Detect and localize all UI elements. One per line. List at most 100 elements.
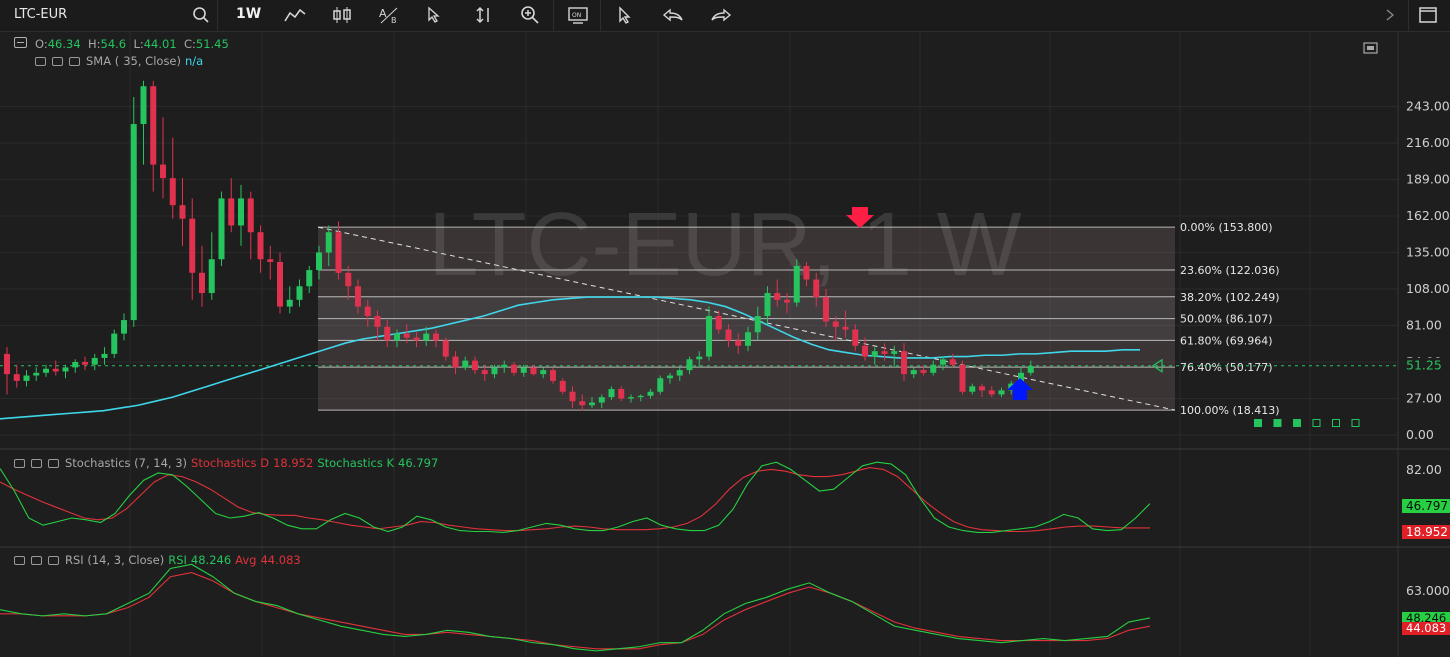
candle[interactable] bbox=[579, 401, 586, 406]
candle[interactable] bbox=[1027, 366, 1034, 373]
candle[interactable] bbox=[62, 367, 69, 372]
candle[interactable] bbox=[813, 279, 820, 298]
candle[interactable] bbox=[881, 351, 888, 354]
candle[interactable] bbox=[101, 353, 108, 358]
link-icon[interactable] bbox=[52, 56, 63, 66]
settings-icon[interactable] bbox=[48, 555, 59, 565]
candle[interactable] bbox=[686, 359, 693, 371]
candle[interactable] bbox=[667, 375, 673, 379]
candle[interactable] bbox=[52, 368, 59, 372]
candle[interactable] bbox=[33, 372, 40, 376]
candle[interactable] bbox=[462, 360, 469, 368]
chevron-icon[interactable] bbox=[1380, 4, 1400, 26]
candle[interactable] bbox=[481, 370, 488, 375]
undo-icon[interactable] bbox=[660, 4, 686, 26]
candle-type-icon[interactable] bbox=[329, 4, 355, 26]
candle[interactable] bbox=[423, 333, 430, 341]
candle[interactable] bbox=[286, 299, 293, 307]
settings-icon[interactable] bbox=[69, 56, 80, 66]
candle[interactable] bbox=[569, 391, 576, 402]
candle[interactable] bbox=[842, 326, 849, 330]
candle[interactable] bbox=[150, 86, 157, 165]
candle[interactable] bbox=[608, 389, 615, 398]
redo-icon[interactable] bbox=[708, 4, 734, 26]
scroll-dot-active[interactable] bbox=[1293, 419, 1301, 427]
candle[interactable] bbox=[959, 364, 966, 392]
visibility-icon[interactable] bbox=[14, 555, 25, 565]
candle[interactable] bbox=[530, 367, 537, 375]
visibility-icon[interactable] bbox=[14, 458, 25, 468]
candle[interactable] bbox=[559, 380, 566, 392]
candle[interactable] bbox=[247, 198, 254, 233]
candle[interactable] bbox=[589, 402, 595, 406]
candle[interactable] bbox=[501, 364, 508, 368]
layout-icon[interactable] bbox=[1415, 4, 1441, 26]
candle[interactable] bbox=[413, 337, 420, 341]
candle[interactable] bbox=[784, 299, 790, 303]
candle[interactable] bbox=[208, 259, 215, 294]
candle[interactable] bbox=[647, 391, 654, 396]
candle[interactable] bbox=[969, 386, 976, 392]
candle[interactable] bbox=[491, 367, 498, 375]
candle[interactable] bbox=[72, 361, 79, 368]
collapse-icon[interactable] bbox=[14, 37, 27, 48]
candle[interactable] bbox=[4, 353, 10, 375]
candle[interactable] bbox=[657, 378, 664, 392]
candle[interactable] bbox=[43, 368, 49, 373]
candle[interactable] bbox=[218, 198, 225, 260]
candle[interactable] bbox=[130, 124, 137, 321]
candle[interactable] bbox=[930, 364, 937, 373]
candle[interactable] bbox=[442, 340, 449, 357]
candle[interactable] bbox=[920, 370, 927, 373]
candle[interactable] bbox=[793, 266, 800, 303]
candle[interactable] bbox=[540, 370, 547, 375]
candle[interactable] bbox=[696, 356, 703, 360]
candle[interactable] bbox=[433, 333, 439, 341]
link-icon[interactable] bbox=[31, 555, 42, 565]
candle[interactable] bbox=[901, 351, 907, 375]
candle[interactable] bbox=[82, 361, 88, 365]
candle[interactable] bbox=[199, 272, 205, 294]
candle[interactable] bbox=[355, 286, 361, 307]
candle[interactable] bbox=[316, 252, 322, 271]
candle[interactable] bbox=[13, 374, 20, 381]
candle[interactable] bbox=[618, 389, 625, 399]
candle[interactable] bbox=[238, 198, 244, 226]
candle[interactable] bbox=[725, 329, 732, 341]
candle[interactable] bbox=[774, 293, 781, 300]
candle[interactable] bbox=[862, 345, 868, 357]
candle[interactable] bbox=[550, 370, 556, 381]
candle[interactable] bbox=[715, 316, 722, 330]
candle[interactable] bbox=[628, 397, 634, 399]
candle[interactable] bbox=[267, 259, 274, 262]
candle[interactable] bbox=[988, 390, 995, 395]
candle[interactable] bbox=[325, 232, 332, 253]
candle[interactable] bbox=[345, 272, 352, 287]
candle[interactable] bbox=[511, 364, 517, 373]
candle[interactable] bbox=[754, 316, 761, 333]
candle[interactable] bbox=[403, 333, 410, 338]
candle[interactable] bbox=[598, 397, 605, 403]
scroll-dot-active[interactable] bbox=[1254, 419, 1262, 427]
candle[interactable] bbox=[91, 357, 98, 365]
search-icon[interactable] bbox=[188, 4, 214, 26]
candle[interactable] bbox=[910, 370, 917, 375]
candle[interactable] bbox=[735, 340, 742, 346]
candle[interactable] bbox=[189, 218, 196, 273]
candle[interactable] bbox=[764, 293, 771, 317]
zoom-icon[interactable] bbox=[517, 4, 543, 26]
symbol-input[interactable]: LTC-EUR bbox=[14, 7, 67, 22]
candle[interactable] bbox=[394, 333, 400, 341]
cursor-icon[interactable] bbox=[421, 4, 447, 26]
interval-selector[interactable]: 1W bbox=[236, 6, 261, 22]
candle[interactable] bbox=[940, 359, 946, 365]
candle[interactable] bbox=[637, 395, 644, 398]
candle[interactable] bbox=[676, 370, 683, 376]
candle[interactable] bbox=[706, 316, 712, 357]
candle[interactable] bbox=[364, 306, 371, 317]
candle[interactable] bbox=[832, 321, 839, 327]
measure-icon[interactable] bbox=[471, 4, 497, 26]
link-icon[interactable] bbox=[31, 458, 42, 468]
candle[interactable] bbox=[452, 356, 459, 368]
candle[interactable] bbox=[384, 326, 391, 341]
